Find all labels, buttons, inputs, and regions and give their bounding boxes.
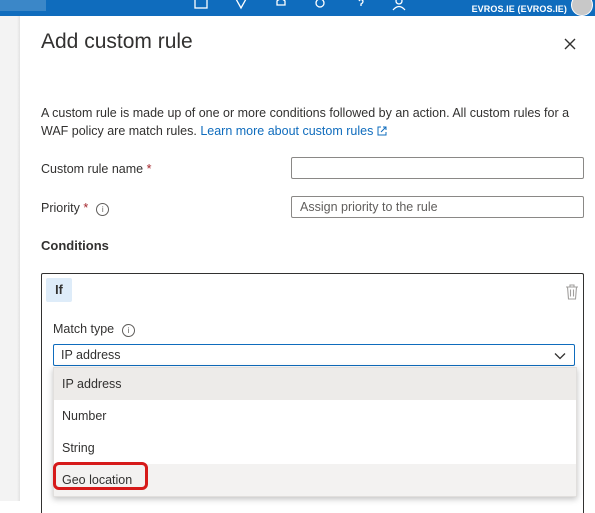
help-icon[interactable] — [354, 0, 368, 11]
info-icon[interactable]: i — [122, 324, 136, 337]
gear-icon[interactable] — [313, 0, 327, 11]
match-type-selected-value: IP address — [61, 348, 121, 362]
custom-rule-name-input[interactable] — [291, 157, 584, 179]
option-geo-location[interactable]: Geo location — [53, 462, 576, 496]
highlight-annotation — [53, 462, 148, 490]
feedback-icon[interactable] — [194, 0, 208, 11]
if-badge: If — [46, 278, 72, 302]
settings-gear-icon[interactable] — [234, 0, 248, 11]
match-type-select[interactable]: IP address — [53, 344, 575, 366]
match-type-dropdown: IP address Number String Geo location — [53, 367, 577, 497]
info-icon[interactable]: i — [96, 203, 110, 216]
panel-description: A custom rule is made up of one or more … — [41, 104, 591, 140]
condition-card: If Match type i IP address IP address Num… — [41, 273, 584, 513]
chevron-down-icon — [554, 350, 566, 360]
external-link-icon — [377, 123, 387, 136]
custom-rule-name-label: Custom rule name * — [41, 162, 152, 176]
trash-icon[interactable] — [565, 284, 579, 300]
panel-title: Add custom rule — [41, 30, 193, 53]
option-string[interactable]: String — [54, 432, 576, 464]
add-custom-rule-panel: Add custom rule A custom rule is made up… — [20, 16, 595, 513]
portal-menu-button[interactable] — [0, 0, 46, 11]
match-type-label: Match type i — [53, 322, 136, 337]
learn-more-link[interactable]: Learn more about custom rules — [200, 124, 387, 138]
bell-icon[interactable] — [274, 0, 288, 11]
top-bar: EVROS.IE (EVROS.IE) — [0, 0, 595, 16]
conditions-heading: Conditions — [41, 238, 109, 253]
person-icon[interactable] — [392, 0, 406, 11]
priority-input[interactable] — [291, 196, 584, 218]
account-name[interactable]: EVROS.IE (EVROS.IE) — [472, 4, 567, 14]
close-icon[interactable] — [562, 36, 578, 52]
avatar[interactable] — [571, 0, 593, 16]
option-ip-address[interactable]: IP address — [54, 368, 576, 400]
background-page — [0, 16, 20, 501]
priority-label: Priority * i — [41, 201, 110, 216]
option-number[interactable]: Number — [54, 400, 576, 432]
